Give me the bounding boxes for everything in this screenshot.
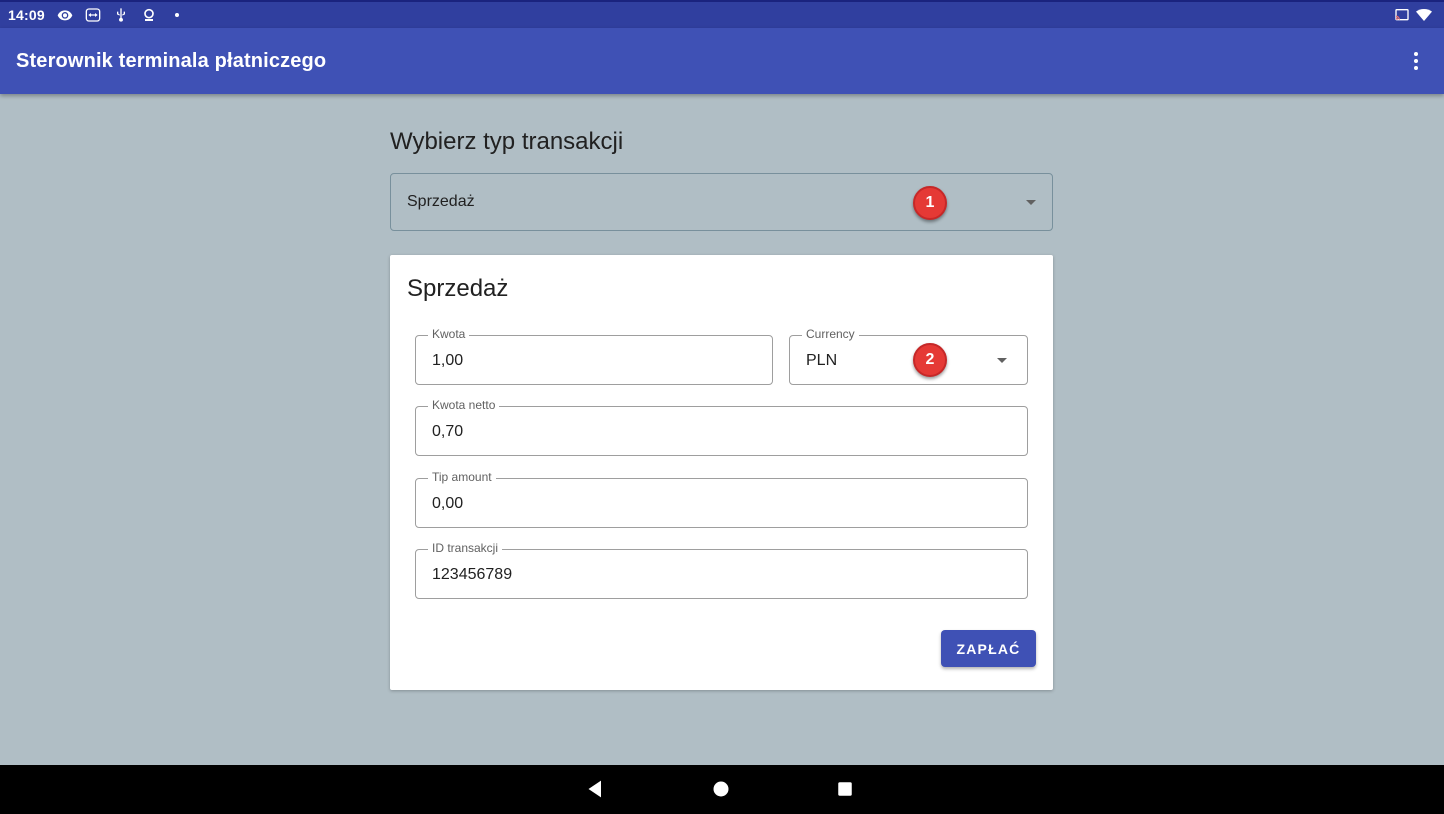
tip-amount-field[interactable]: Tip amount	[415, 470, 1028, 528]
tip-amount-label: Tip amount	[428, 470, 496, 484]
transaction-type-heading: Wybierz typ transakcji	[390, 128, 624, 155]
location-icon	[141, 7, 157, 23]
currency-label: Currency	[802, 327, 859, 341]
transaction-id-label: ID transakcji	[428, 541, 503, 555]
usb-icon	[113, 7, 129, 23]
recents-icon[interactable]	[833, 777, 857, 801]
card-title: Sprzedaż	[407, 275, 509, 302]
app-title: Sterownik terminala płatniczego	[16, 49, 327, 72]
tip-amount-input[interactable]	[432, 495, 921, 513]
eye-icon	[57, 7, 73, 23]
more-vert-icon[interactable]	[1404, 49, 1428, 73]
amount-label: Kwota	[428, 327, 470, 341]
net-amount-input[interactable]	[432, 423, 921, 441]
wifi-icon	[1416, 7, 1432, 23]
chevron-down-icon	[1026, 199, 1036, 205]
back-icon[interactable]	[584, 777, 608, 801]
cast-icon	[1394, 7, 1410, 23]
home-icon[interactable]	[709, 777, 733, 801]
annotation-badge-2: 2	[913, 343, 947, 377]
nav-bar	[0, 765, 1444, 814]
transaction-id-field[interactable]: ID transakcji	[415, 541, 1028, 599]
amount-field[interactable]: Kwota	[415, 327, 773, 385]
currency-value: PLN	[806, 352, 838, 369]
status-left: 14:09	[8, 7, 185, 23]
sale-card: Sprzedaż Kwota Currency PLN 2 Kwota nett…	[390, 255, 1053, 690]
net-amount-label: Kwota netto	[428, 398, 500, 412]
status-bar: 14:09	[0, 0, 1444, 28]
net-amount-field[interactable]: Kwota netto	[415, 398, 1028, 456]
currency-select[interactable]: Currency PLN	[789, 327, 1028, 385]
pay-button[interactable]: ZAPŁAĆ	[941, 630, 1036, 667]
status-time: 14:09	[8, 7, 45, 23]
amount-input[interactable]	[432, 352, 717, 370]
transaction-id-input[interactable]	[432, 566, 921, 584]
status-right	[1394, 7, 1432, 23]
app-bar: Sterownik terminala płatniczego	[0, 28, 1444, 94]
teamviewer-icon	[85, 7, 101, 23]
transaction-type-select[interactable]: Sprzedaż	[390, 173, 1053, 231]
annotation-badge-1: 1	[913, 186, 947, 220]
dot-icon	[169, 7, 185, 23]
chevron-down-icon	[997, 358, 1007, 363]
